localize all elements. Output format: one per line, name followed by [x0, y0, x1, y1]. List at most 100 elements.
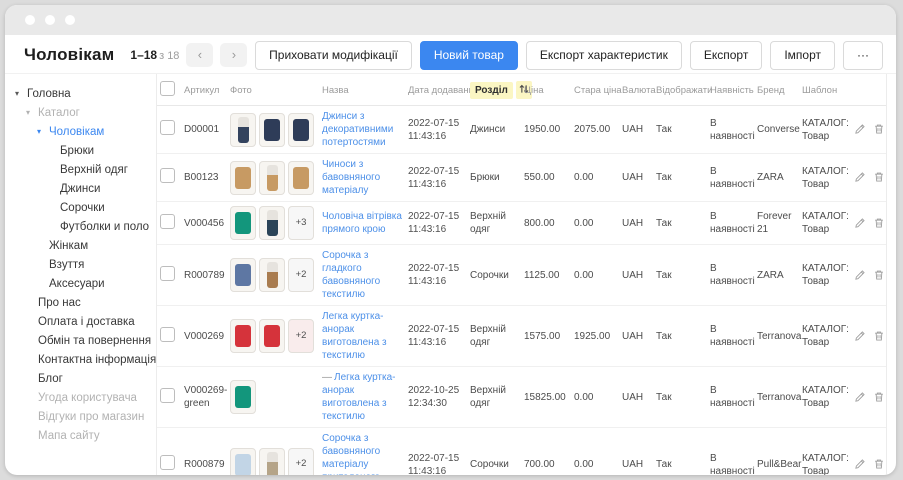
- product-thumbnail[interactable]: [288, 161, 314, 195]
- photo-group: [230, 380, 316, 414]
- import-button[interactable]: Імпорт: [770, 41, 835, 70]
- more-photos-badge[interactable]: +2: [288, 448, 314, 476]
- sidebar-item-3[interactable]: Брюки: [5, 141, 156, 160]
- row-checkbox[interactable]: [160, 120, 175, 135]
- export-button[interactable]: Експорт: [690, 41, 762, 70]
- row-checkbox[interactable]: [160, 388, 175, 403]
- new-product-button[interactable]: Новий товар: [420, 41, 518, 70]
- product-old-price: 0.00: [574, 459, 593, 470]
- product-thumbnail[interactable]: [288, 113, 314, 147]
- delete-icon[interactable]: [873, 391, 885, 403]
- delete-icon[interactable]: [873, 217, 885, 229]
- sidebar-item-label: Мапа сайту: [38, 430, 100, 442]
- sidebar-item-4[interactable]: Верхній одяг: [5, 160, 156, 179]
- cell-actions: [851, 306, 886, 367]
- product-thumbnail[interactable]: [259, 448, 285, 476]
- product-sku: V000269: [184, 331, 224, 342]
- sidebar-item-9[interactable]: Взуття: [5, 255, 156, 274]
- product-thumbnail[interactable]: [230, 258, 256, 292]
- edit-icon[interactable]: [854, 269, 866, 281]
- product-name-link[interactable]: Легка куртка-анорак виготовлена з тексти…: [322, 311, 387, 361]
- product-name-link[interactable]: Чоловіча вітрівка прямого крою: [322, 211, 402, 235]
- pagination-prev-button[interactable]: ‹: [186, 43, 213, 67]
- pagination-total: з 18: [159, 50, 179, 62]
- sidebar-item-17[interactable]: Відгуки про магазин: [5, 407, 156, 426]
- product-name-link[interactable]: Джинси з декоративними потертостями: [322, 111, 393, 148]
- column-header-brand: Бренд: [754, 74, 799, 106]
- delete-icon[interactable]: [873, 171, 885, 183]
- sidebar-item-7[interactable]: Футболки и поло: [5, 217, 156, 236]
- delete-icon[interactable]: [873, 458, 885, 470]
- more-actions-button[interactable]: ···: [843, 41, 883, 70]
- window-close-icon[interactable]: [25, 15, 35, 25]
- product-thumbnail[interactable]: [259, 319, 285, 353]
- product-old-price: 0.00: [574, 270, 593, 281]
- product-name-link[interactable]: Легка куртка-анорак виготовлена з тексти…: [322, 372, 396, 422]
- thumbnail-image: [267, 210, 278, 236]
- product-name-link[interactable]: Сорочка з гладкого бавовняного текстилю: [322, 250, 380, 300]
- pagination-next-button[interactable]: ›: [220, 43, 247, 67]
- cell-select: [157, 245, 181, 306]
- sidebar-item-16[interactable]: Угода користувача: [5, 388, 156, 407]
- sidebar-item-1[interactable]: ▾Каталог: [5, 103, 156, 122]
- product-thumbnail[interactable]: [259, 161, 285, 195]
- select-all-checkbox[interactable]: [160, 81, 175, 96]
- edit-icon[interactable]: [854, 391, 866, 403]
- sidebar-item-8[interactable]: Жінкам: [5, 236, 156, 255]
- product-category: Брюки: [470, 172, 500, 183]
- date-added: 2022-07-15: [408, 165, 464, 178]
- product-thumbnail[interactable]: [259, 113, 285, 147]
- window-maximize-icon[interactable]: [65, 15, 75, 25]
- column-header-old_price: Стара ціна: [571, 74, 619, 106]
- product-sku: R000789: [184, 270, 225, 281]
- edit-icon[interactable]: [854, 330, 866, 342]
- sidebar-item-12[interactable]: Оплата і доставка: [5, 312, 156, 331]
- sidebar-item-11[interactable]: Про нас: [5, 293, 156, 312]
- product-thumbnail[interactable]: [230, 161, 256, 195]
- more-photos-badge[interactable]: +3: [288, 206, 314, 240]
- product-name-link[interactable]: Чиноси з бавовняного матеріалу: [322, 159, 380, 196]
- sidebar-item-0[interactable]: ▾Головна: [5, 84, 156, 103]
- product-name-link[interactable]: Сорочка з бавовняного матеріалу притален…: [322, 433, 380, 475]
- product-thumbnail[interactable]: [230, 206, 256, 240]
- category-sidebar: ▾Головна▾Каталог▾ЧоловікамБрюкиВерхній о…: [5, 74, 157, 475]
- more-photos-badge[interactable]: +2: [288, 258, 314, 292]
- row-checkbox[interactable]: [160, 214, 175, 229]
- more-photos-badge[interactable]: +2: [288, 319, 314, 353]
- product-thumbnail[interactable]: [259, 206, 285, 240]
- edit-icon[interactable]: [854, 458, 866, 470]
- row-checkbox[interactable]: [160, 455, 175, 470]
- window-minimize-icon[interactable]: [45, 15, 55, 25]
- sidebar-item-10[interactable]: Аксесуари: [5, 274, 156, 293]
- sidebar-item-15[interactable]: Блог: [5, 369, 156, 388]
- sidebar-item-13[interactable]: Обмін та повернення: [5, 331, 156, 350]
- date-added: 2022-07-15: [408, 210, 464, 223]
- column-header-label: Розділ: [470, 82, 513, 99]
- edit-icon[interactable]: [854, 217, 866, 229]
- sidebar-item-5[interactable]: Джинси: [5, 179, 156, 198]
- edit-icon[interactable]: [854, 171, 866, 183]
- sidebar-item-label: Про нас: [38, 297, 81, 309]
- product-thumbnail[interactable]: [230, 319, 256, 353]
- cell-date: 2022-10-2512:34:30: [405, 367, 467, 428]
- cell-price: 700.00: [521, 428, 571, 476]
- column-header-category[interactable]: Розділ: [467, 74, 521, 106]
- row-checkbox[interactable]: [160, 266, 175, 281]
- delete-icon[interactable]: [873, 330, 885, 342]
- sidebar-item-14[interactable]: Контактна інформація: [5, 350, 156, 369]
- edit-icon[interactable]: [854, 123, 866, 135]
- export-characteristics-button[interactable]: Експорт характеристик: [526, 41, 682, 70]
- product-thumbnail[interactable]: [230, 113, 256, 147]
- row-checkbox[interactable]: [160, 327, 175, 342]
- product-thumbnail[interactable]: [259, 258, 285, 292]
- row-checkbox[interactable]: [160, 168, 175, 183]
- product-thumbnail[interactable]: [230, 448, 256, 476]
- product-thumbnail[interactable]: [230, 380, 256, 414]
- sidebar-item-6[interactable]: Сорочки: [5, 198, 156, 217]
- time-added: 11:43:16: [408, 336, 464, 349]
- sidebar-item-2[interactable]: ▾Чоловікам: [5, 122, 156, 141]
- delete-icon[interactable]: [873, 269, 885, 281]
- delete-icon[interactable]: [873, 123, 885, 135]
- sidebar-item-18[interactable]: Мапа сайту: [5, 426, 156, 445]
- hide-modifications-button[interactable]: Приховати модифікації: [255, 41, 412, 70]
